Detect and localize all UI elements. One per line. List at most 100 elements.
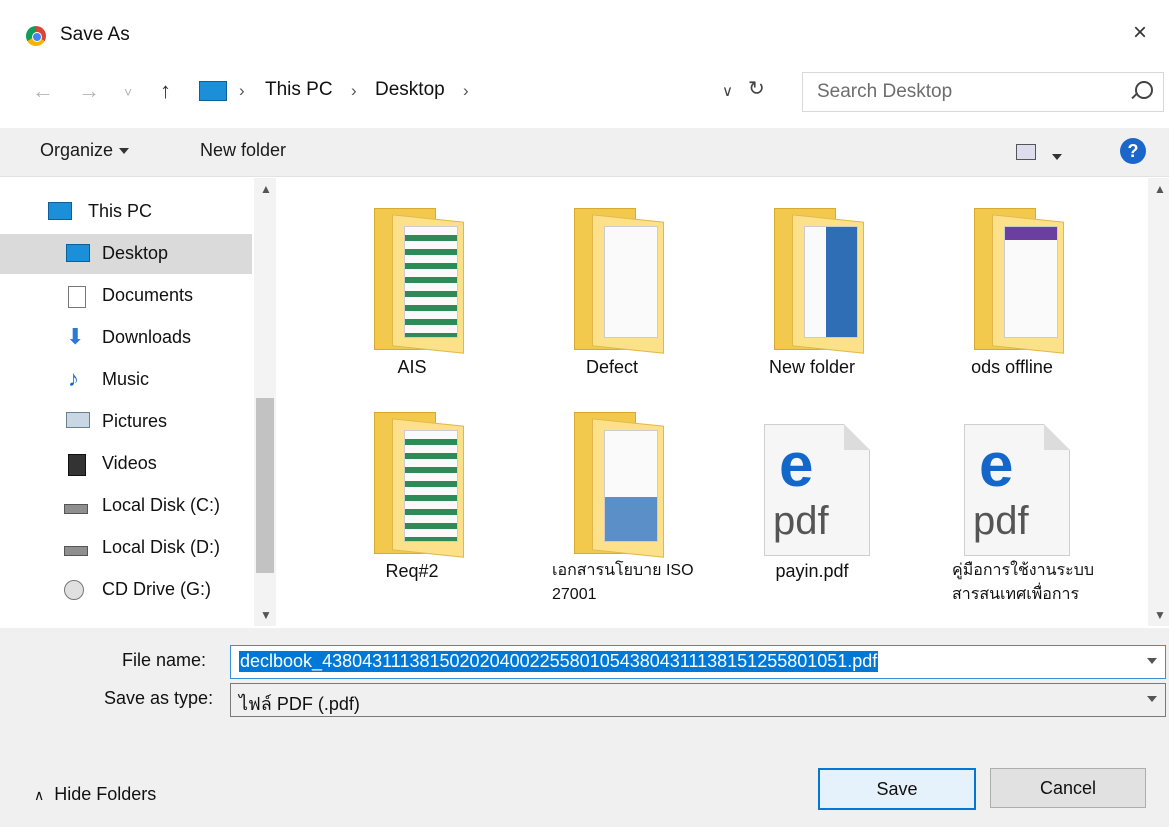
chevron-down-icon (119, 148, 130, 155)
organize-button[interactable]: Organize (40, 140, 130, 161)
save-form: File name: declbook_43804311138150202040… (0, 628, 1169, 827)
sidebar-item-label: Pictures (102, 411, 168, 431)
navigation-pane: This PC Desktop Documents ⬇ Downloads ♪ … (0, 178, 276, 626)
sidebar-item-local-disk-c[interactable]: Local Disk (C:) (0, 486, 252, 526)
search-icon[interactable] (1135, 81, 1153, 99)
pdf-file-icon: e pdf (764, 424, 870, 556)
save-as-dialog: Save As × ← → ˅ ↑ › This PC › Desktop › … (0, 0, 1169, 827)
sidebar-item-label: This PC (88, 201, 153, 221)
address-bar[interactable]: › This PC › Desktop › (190, 72, 776, 110)
up-button[interactable]: ↑ (160, 78, 171, 104)
breadcrumb-separator: › (463, 81, 469, 100)
sidebar-item-pictures[interactable]: Pictures (0, 402, 252, 442)
cd-drive-icon (64, 580, 84, 600)
scroll-down-icon[interactable]: ▼ (1154, 608, 1166, 622)
folder-icon (374, 412, 464, 558)
file-item-manual-pdf[interactable]: e pdf คู่มือการใช้งานระบบสารสนเทศเพื่อกา… (922, 404, 1102, 604)
breadcrumb-separator: › (239, 81, 245, 100)
computer-icon (48, 202, 72, 220)
sidebar-item-label: Downloads (102, 327, 192, 347)
sidebar-item-local-disk-d[interactable]: Local Disk (D:) (0, 528, 252, 568)
forward-button[interactable]: → (78, 78, 100, 104)
sidebar-item-label: Local Disk (D:) (102, 537, 221, 557)
downloads-icon: ⬇ (66, 324, 85, 349)
sidebar-item-label: Desktop (102, 243, 169, 263)
close-button[interactable]: × (1125, 18, 1155, 48)
folder-icon (374, 208, 464, 354)
breadcrumb-desktop[interactable]: Desktop (375, 79, 445, 101)
breadcrumb-separator: › (351, 81, 357, 100)
save-as-type-label: Save as type: (104, 688, 214, 708)
view-options-icon[interactable] (1016, 144, 1036, 160)
scrollbar-thumb[interactable] (256, 398, 274, 573)
address-history-dropdown[interactable]: ∨ (722, 82, 733, 100)
documents-icon (68, 286, 86, 308)
hide-folders-label: Hide Folders (54, 784, 157, 804)
drive-icon (64, 546, 88, 556)
scroll-up-icon[interactable]: ▲ (1154, 182, 1166, 196)
edge-logo: e (979, 431, 1014, 500)
new-folder-button[interactable]: New folder (200, 140, 286, 161)
file-name: ods offline (971, 357, 1053, 377)
hide-folders-button[interactable]: ∧ Hide Folders (34, 784, 156, 805)
command-bar: Organize New folder ? (0, 128, 1169, 177)
file-name: Defect (585, 357, 639, 377)
file-item-payin-pdf[interactable]: e pdf payin.pdf (722, 404, 902, 604)
this-pc-icon (199, 81, 227, 101)
file-item-ais[interactable]: AIS (322, 200, 502, 400)
help-icon[interactable]: ? (1120, 138, 1146, 164)
file-name: AIS (397, 357, 427, 377)
save-button[interactable]: Save (818, 768, 976, 810)
save-as-type-select[interactable]: ไฟล์ PDF (.pdf) (230, 683, 1166, 717)
music-icon: ♪ (68, 366, 79, 391)
file-item-defect[interactable]: Defect (522, 200, 702, 400)
file-name: Req#2 (385, 561, 439, 581)
file-item-req2[interactable]: Req#2 (322, 404, 502, 604)
file-name: เอกสารนโยบาย ISO 27001 (552, 562, 694, 603)
file-item-new-folder[interactable]: New folder (722, 200, 902, 400)
file-name: payin.pdf (775, 561, 849, 581)
back-button[interactable]: ← (32, 78, 54, 104)
file-item-ods-offline[interactable]: ods offline (922, 200, 1102, 400)
chevron-down-icon (1052, 153, 1062, 160)
file-name: New folder (768, 357, 856, 377)
chevron-down-icon[interactable] (1147, 658, 1157, 664)
scroll-down-icon[interactable]: ▼ (260, 608, 272, 622)
pictures-icon (66, 412, 90, 428)
navigation-scrollbar[interactable]: ▲ ▼ (254, 178, 276, 626)
cancel-button[interactable]: Cancel (990, 768, 1146, 808)
sidebar-item-documents[interactable]: Documents (0, 276, 252, 316)
view-options-dropdown[interactable] (1046, 148, 1062, 166)
file-list-scrollbar[interactable]: ▲ ▼ (1148, 178, 1169, 626)
folder-icon (974, 208, 1064, 354)
sidebar-item-downloads[interactable]: ⬇ Downloads (0, 318, 252, 358)
recent-locations-button[interactable]: ˅ (124, 84, 132, 100)
sidebar-item-label: Documents (102, 285, 194, 305)
sidebar-item-music[interactable]: ♪ Music (0, 360, 252, 400)
sidebar-item-desktop[interactable]: Desktop (0, 234, 252, 274)
chevron-up-icon: ∧ (34, 787, 45, 803)
file-name-field[interactable]: declbook_4380431113815020204002255801054… (230, 645, 1166, 679)
pdf-file-icon: e pdf (964, 424, 1070, 556)
breadcrumb-this-pc[interactable]: This PC (265, 79, 333, 101)
chevron-down-icon[interactable] (1147, 696, 1157, 702)
file-list: AIS Defect New folder ods offline Req#2 … (276, 178, 1146, 626)
file-name-input[interactable]: declbook_4380431113815020204002255801054… (239, 651, 879, 672)
desktop-icon (66, 244, 90, 262)
sidebar-item-this-pc[interactable]: This PC (0, 192, 252, 232)
folder-icon (574, 208, 664, 354)
drive-icon (64, 504, 88, 514)
edge-logo: e (779, 431, 814, 500)
pdf-label: pdf (973, 499, 1029, 543)
file-item-iso-policy[interactable]: เอกสารนโยบาย ISO 27001 (522, 404, 702, 604)
chrome-icon (26, 26, 46, 46)
scroll-up-icon[interactable]: ▲ (260, 182, 272, 196)
search-box[interactable]: Search Desktop (802, 72, 1164, 112)
search-input[interactable]: Search Desktop (817, 81, 952, 103)
file-name: คู่มือการใช้งานระบบสารสนเทศเพื่อการ (952, 562, 1095, 603)
sidebar-item-cd-drive-g[interactable]: CD Drive (G:) (0, 570, 252, 610)
sidebar-item-label: CD Drive (G:) (102, 579, 211, 599)
sidebar-item-videos[interactable]: Videos (0, 444, 252, 484)
organize-label: Organize (40, 140, 114, 160)
refresh-icon[interactable]: ↻ (748, 76, 765, 101)
